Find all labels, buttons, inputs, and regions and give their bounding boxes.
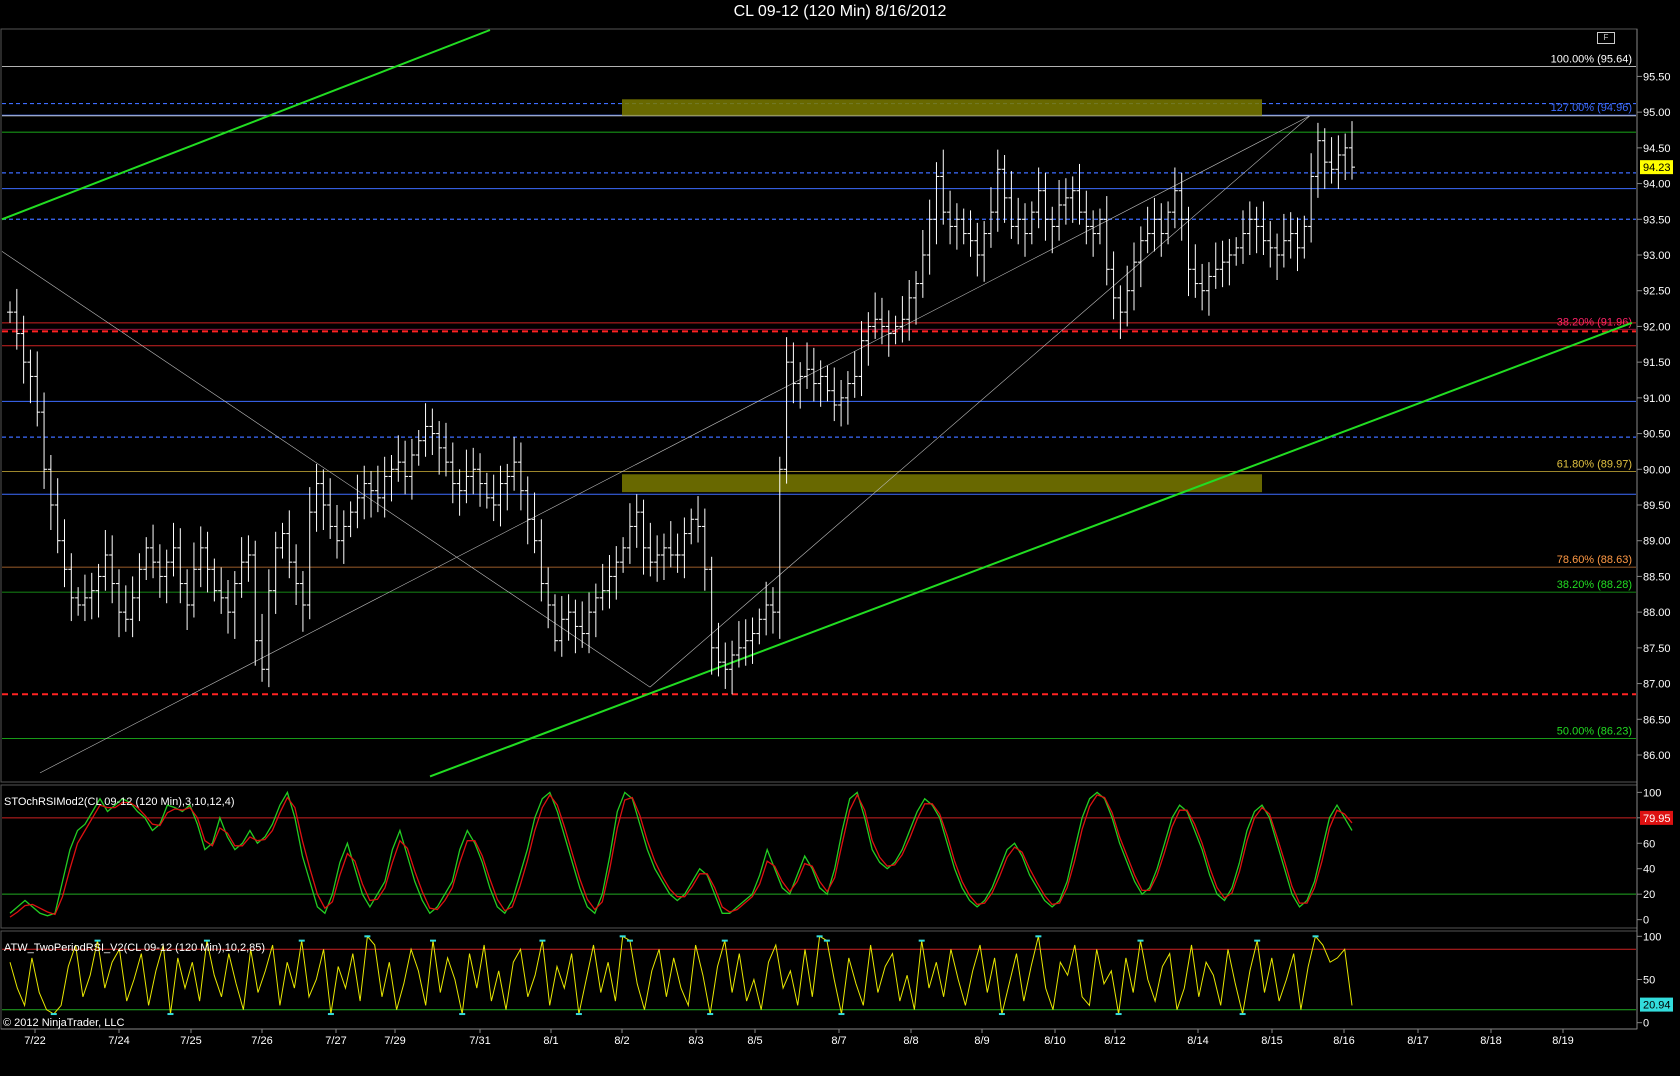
date-axis-tick-label: 8/9 [974,1035,989,1047]
date-axis-tick-label: 7/31 [469,1035,490,1047]
stoch-rsi-panel: 02040608010079.95 [2,787,1673,927]
price-axis-tick-label: 86.00 [1643,750,1671,762]
two-period-rsi-title: ATW_TwoPeriodRSI_V2(CL 09-12 (120 Min),1… [4,942,265,954]
price-axis-tick-label: 87.50 [1643,643,1671,655]
date-axis-tick-label: 7/24 [108,1035,129,1047]
date-axis-tick-label: 8/15 [1261,1035,1282,1047]
price-axis-tick-label: 91.50 [1643,357,1671,369]
price-axis-tick-label: 94.00 [1643,179,1671,191]
fib-level-label: 50.00% (86.23) [1557,726,1632,738]
price-axis-tick-label: 89.50 [1643,500,1671,512]
stoch-value-label: 79.95 [1643,813,1671,825]
supply-demand-zone [622,99,1262,116]
stoch-axis-tick-label: 40 [1643,864,1655,876]
stoch-d-line [9,793,1353,918]
fib-level-label: 78.60% (88.63) [1557,554,1632,566]
price-axis-tick-label: 87.00 [1643,679,1671,691]
trendline-thin [39,115,1311,774]
price-axis-tick-label: 88.00 [1643,607,1671,619]
rsi-axis-tick-label: 50 [1643,975,1655,987]
price-panel-frame [0,28,1638,783]
date-axis-tick-label: 8/1 [543,1035,558,1047]
price-axis-tick-label: 91.00 [1643,393,1671,405]
price-axis-tick-label: 88.50 [1643,571,1671,583]
stoch-axis-tick-label: 60 [1643,838,1655,850]
price-axis-tick-label: 90.50 [1643,429,1671,441]
date-axis-tick-label: 8/19 [1552,1035,1573,1047]
date-axis-tick-label: 7/26 [251,1035,272,1047]
fib-level-label: 61.80% (89.97) [1557,458,1632,470]
fib-level-label: 38.20% (88.28) [1557,579,1632,591]
date-axis-tick-label: 8/16 [1333,1035,1354,1047]
rsi-axis-tick-label: 0 [1643,1018,1649,1030]
date-axis-tick-label: 8/14 [1187,1035,1208,1047]
trendline-thin [1,251,651,688]
price-axis-tick-label: 94.50 [1643,143,1671,155]
date-axis-tick-label: 8/7 [831,1035,846,1047]
date-axis-tick-label: 8/3 [688,1035,703,1047]
price-axis-tick-label: 95.50 [1643,71,1671,83]
price-axis-tick-label: 93.50 [1643,214,1671,226]
fib-level-label: 127.00% (94.96) [1551,102,1632,114]
trendline-green [429,321,1633,778]
price-axis-tick-label: 90.00 [1643,464,1671,476]
date-axis-tick-label: 8/18 [1480,1035,1501,1047]
rsi-axis-tick-label: 100 [1643,931,1661,943]
stoch-axis-tick-label: 20 [1643,889,1655,901]
date-axis-tick-label: 8/12 [1104,1035,1125,1047]
date-axis-tick-label: 8/8 [903,1035,918,1047]
last-price-label: 94.23 [1643,162,1671,174]
x-axis: 7/22 7/24 7/25 7/26 7/27 7/29 7/31 8/1 8/2 8/3 8/5… [24,1029,1574,1047]
date-axis-tick-label: 8/10 [1044,1035,1065,1047]
price-axis-tick-label: 95.00 [1643,107,1671,119]
supply-demand-zone [622,474,1262,493]
copyright-notice: © 2012 NinjaTrader, LLC [3,1017,125,1029]
trendline-green [1,29,491,221]
price-axis-tick-label: 93.00 [1643,250,1671,262]
date-axis-tick-label: 8/17 [1407,1035,1428,1047]
date-axis-tick-label: 8/5 [747,1035,762,1047]
price-axis-tick-label: 92.50 [1643,286,1671,298]
date-axis-tick-label: 7/25 [180,1035,201,1047]
date-axis-tick-label: 8/2 [614,1035,629,1047]
price-axis-tick-label: 86.50 [1643,714,1671,726]
stoch-axis-tick-label: 100 [1643,787,1661,799]
date-axis-tick-label: 7/22 [24,1035,45,1047]
date-axis-tick-label: 7/27 [325,1035,346,1047]
price-panel: 86.00 86.50 87.00 87.50 88.00 88.50 89.00 89.50… [1,29,1673,778]
rsi-value-label: 20.94 [1643,1000,1671,1012]
price-axis-tick-label: 92.00 [1643,321,1671,333]
stoch-axis-tick-label: 0 [1643,915,1649,927]
fib-level-label: 100.00% (95.64) [1551,53,1632,65]
stoch-panel-frame [0,784,1638,929]
chart-canvas[interactable]: 86.00 86.50 87.00 87.50 88.00 88.50 89.00 89.50… [0,0,1680,1076]
date-axis-tick-label: 7/29 [384,1035,405,1047]
price-axis-tick-label: 89.00 [1643,536,1671,548]
stoch-rsi-title: STOchRSIMod2(CL 09-12 (120 Min),3,10,12,… [4,796,235,808]
